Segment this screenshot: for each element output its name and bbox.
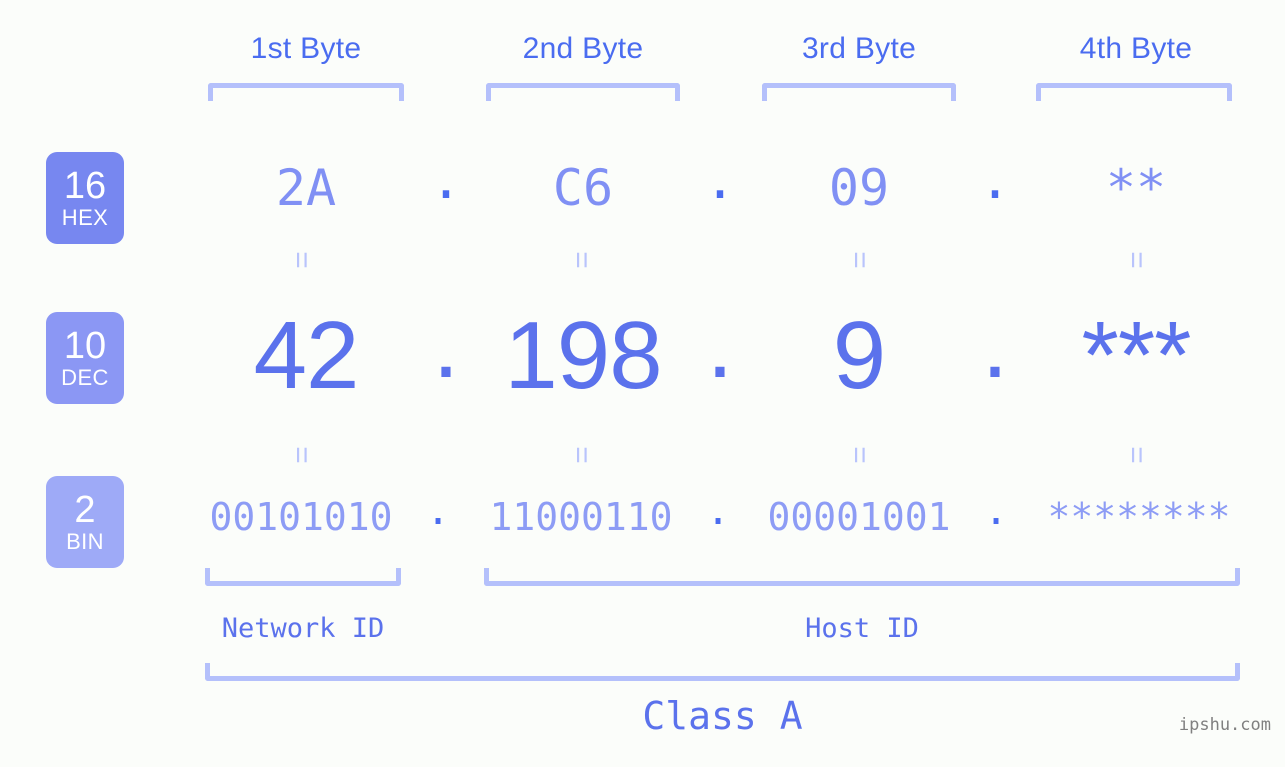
- base-badge-bin-label: BIN: [66, 529, 104, 554]
- base-badge-hex-number: 16: [63, 165, 107, 207]
- byte-header-2: 2nd Byte: [522, 32, 644, 65]
- equals-marker-hex-dec-1: =: [285, 251, 318, 269]
- hex-byte-2-value: C6: [552, 159, 614, 217]
- hex-byte-1-value: 2A: [275, 159, 337, 217]
- bin-separator-2: .: [705, 488, 731, 534]
- bin-separator-1: .: [425, 488, 451, 534]
- site-watermark: ipshu.com: [1178, 715, 1271, 735]
- byte-header-3: 3rd Byte: [801, 32, 917, 65]
- base-badge-bin: 2 BIN: [46, 476, 124, 568]
- bracket-host-id: [484, 568, 1240, 586]
- equals-marker-dec-bin-2: =: [565, 446, 598, 464]
- base-badge-dec-label: DEC: [61, 365, 109, 390]
- equals-marker-dec-bin-3: =: [843, 446, 876, 464]
- bin-byte-2-value: 11000110: [489, 495, 673, 539]
- bracket-top-byte-3: [762, 83, 956, 101]
- base-badge-dec-number: 10: [63, 325, 107, 367]
- base-badge-dec: 10 DEC: [46, 312, 124, 404]
- ip-breakdown-diagram: 1st Byte 2nd Byte 3rd Byte 4th Byte 16 H…: [0, 0, 1285, 767]
- equals-marker-dec-bin-1: =: [285, 446, 318, 464]
- bin-byte-4-value: ********: [1047, 495, 1231, 539]
- byte-header-1: 1st Byte: [250, 32, 362, 65]
- bracket-top-byte-4: [1036, 83, 1232, 101]
- dec-byte-1-value: 42: [253, 302, 360, 409]
- dec-byte-2-value: 198: [504, 302, 662, 409]
- equals-marker-hex-dec-4: =: [1120, 251, 1153, 269]
- base-badge-hex-label: HEX: [61, 205, 109, 230]
- network-id-label: Network ID: [221, 613, 385, 644]
- hex-separator-1: .: [430, 151, 462, 211]
- equals-marker-hex-dec-3: =: [843, 251, 876, 269]
- ip-class-label: Class A: [642, 694, 803, 738]
- dec-separator-2: .: [706, 291, 734, 398]
- dec-separator-1: .: [432, 291, 460, 398]
- hex-separator-2: .: [704, 151, 736, 211]
- dec-separator-3: .: [981, 291, 1009, 398]
- hex-separator-3: .: [979, 151, 1011, 211]
- bin-byte-1-value: 00101010: [209, 495, 393, 539]
- host-id-label: Host ID: [805, 613, 919, 644]
- bracket-top-byte-2: [486, 83, 680, 101]
- dec-byte-4-value: ***: [1081, 302, 1191, 409]
- hex-byte-4-value: **: [1105, 159, 1167, 217]
- bin-byte-3-value: 00001001: [767, 495, 951, 539]
- bracket-ip-class: [205, 663, 1240, 681]
- base-badge-hex: 16 HEX: [46, 152, 124, 244]
- equals-marker-dec-bin-4: =: [1120, 446, 1153, 464]
- dec-byte-3-value: 9: [832, 302, 886, 409]
- equals-marker-hex-dec-2: =: [565, 251, 598, 269]
- bracket-top-byte-1: [208, 83, 404, 101]
- hex-byte-3-value: 09: [828, 159, 890, 217]
- bin-separator-3: .: [983, 488, 1009, 534]
- byte-header-4: 4th Byte: [1079, 32, 1193, 65]
- base-badge-bin-number: 2: [74, 489, 96, 531]
- bracket-network-id: [205, 568, 401, 586]
